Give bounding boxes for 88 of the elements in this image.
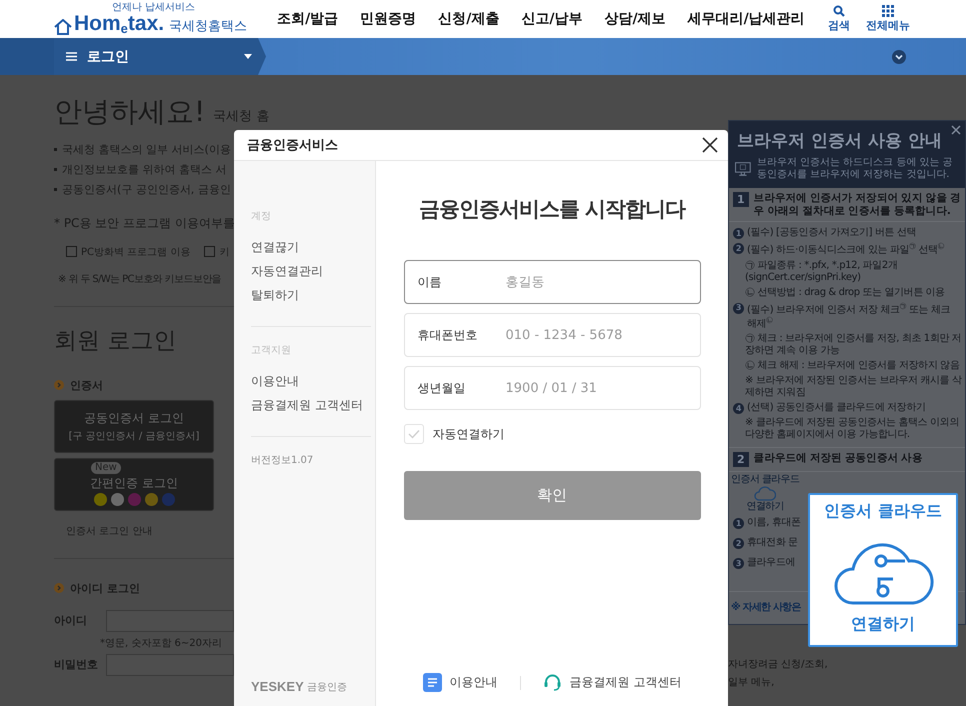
document-icon — [422, 673, 442, 692]
sidebar-link[interactable]: 금융결제원 고객센터 — [251, 397, 371, 414]
dialog-title: 금융인증서비스 — [247, 137, 338, 154]
checkbox[interactable] — [204, 246, 216, 258]
app-icon — [128, 493, 140, 506]
close-icon[interactable] — [951, 125, 961, 135]
text-input[interactable]: 1900 / 01 / 31 — [504, 380, 688, 396]
sidebar-link[interactable]: 이용안내 — [251, 373, 371, 390]
cloud-connect-popup[interactable]: 인증서 클라우드 연결하기 — [808, 493, 958, 647]
close-icon — [702, 137, 718, 153]
logo-tagline: 언제나 납세서비스 — [112, 3, 196, 13]
version-text: 버전정보1.07 — [251, 454, 314, 467]
app-icon — [94, 493, 106, 506]
all-menu-button[interactable]: 전체메뉴 — [866, 5, 910, 33]
step-number: 1 — [733, 192, 749, 207]
search-button[interactable]: 검색 — [828, 5, 850, 33]
step-note: ㉠ 체크 : 브라우저에 인증서를 저장, 최초 1회만 저장하면 계속 이용 가능 — [744, 333, 962, 358]
step-number: 2 — [733, 452, 749, 468]
step-title: 브라우저에 인증서가 저장되어 있지 않을 경우 아래의 절차대로 인증서를 등록합니다. — [754, 192, 961, 218]
app-icon — [110, 493, 124, 506]
step-item-text: (선택) 공동인증서를 클라우드에 저장하기 — [747, 402, 926, 414]
step-note: ㉠ 파일종류 : *.pfx, *.p12, 파일2개 (signCert.cer/signPri.key) — [744, 260, 898, 284]
sidebar-link[interactable]: 연결끊기 — [251, 239, 371, 256]
logo-name: 국세청홈택스 — [169, 20, 248, 33]
field-label: 생년월일 — [418, 380, 466, 396]
sidebar-link[interactable]: 자동연결관리 — [251, 263, 371, 280]
bullet-icon — [54, 583, 64, 594]
menu-item[interactable]: 민원증명 — [360, 10, 416, 28]
step-note: ※ 클라우드에 저장된 공동인증서는 홈택스 이외의 다양한 홈페이지에서 이용 가능합니다. — [744, 417, 960, 442]
logo-wordmark: Hom$_{e}$tax. — [74, 13, 164, 35]
step-item-text: 휴대전화 문 — [747, 537, 798, 550]
number-badge: 3 — [733, 558, 744, 570]
checkbox[interactable] — [66, 246, 77, 258]
step-note: ㉡ 선택방법 : drag & drop 또는 열기버튼 이용 — [744, 286, 946, 299]
sidebar-heading: 계정 — [251, 210, 272, 223]
number-badge: 1 — [733, 228, 744, 240]
step-item-text: (필수) [공동인증서 가져오기] 버튼 선택 — [747, 227, 916, 240]
menu-item[interactable]: 상담/제보 — [604, 10, 666, 28]
step-item-text: 이름, 휴대폰 — [747, 517, 801, 530]
number-badge: 2 — [733, 243, 744, 254]
sidebar-link[interactable]: 탈퇴하기 — [251, 287, 371, 304]
text-input[interactable] — [106, 610, 234, 632]
guide-intro: 브라우저 인증서는 하드디스크 등에 있는 공동인증서를 브라우저에 저장하는 것입니다. — [756, 157, 954, 181]
footer-link[interactable]: 이용안내 — [422, 673, 498, 692]
step-title: 클라우드에 저장된 공동인증서 사용 — [754, 452, 922, 465]
number-badge: 4 — [733, 403, 744, 414]
footer-link[interactable]: 금융결제원 고객센터 — [542, 673, 682, 692]
text-field[interactable]: 생년월일 1900 / 01 / 31 — [404, 366, 700, 410]
menu-item[interactable]: 조회/발급 — [277, 10, 338, 28]
app-icon — [144, 493, 158, 506]
step-note: ※ 브라우저에 저장된 인증서는 브라우저 캐시를 삭제하면 지워짐 — [744, 375, 962, 400]
app-icon — [162, 493, 174, 506]
step-note: ㉡ 체크 해제 : 브라우저에 인증서를 저장하지 않음 — [744, 360, 960, 372]
grid-menu-icon — [882, 5, 894, 17]
menu-item[interactable]: 신청/제출 — [438, 10, 500, 28]
headset-icon — [542, 673, 562, 692]
text-input[interactable] — [106, 654, 234, 676]
guide-title: 브라우저 인증서 사용 안내 — [737, 130, 943, 152]
text-field[interactable]: 휴대폰번호 010 - 1234 - 5678 — [404, 313, 700, 357]
bullet-icon — [54, 380, 64, 390]
field-label: 휴대폰번호 — [418, 326, 478, 344]
menu-item[interactable]: 세무대리/납세관리 — [688, 10, 805, 28]
brand-logo: YESKEY — [251, 679, 304, 694]
check-icon — [408, 429, 420, 439]
number-badge: 2 — [733, 538, 744, 550]
text-input[interactable]: 홍길동 — [504, 274, 688, 290]
cloud-icon — [754, 485, 776, 502]
text-field[interactable]: 이름 홍길동 — [404, 260, 700, 304]
text-input[interactable]: 010 - 1234 - 5678 — [504, 326, 688, 344]
number-badge: 1 — [733, 518, 744, 530]
field-label: 이름 — [418, 274, 442, 290]
login-menu-dropdown[interactable]: 로그인 — [54, 38, 266, 75]
house-icon — [54, 19, 72, 35]
search-icon — [833, 5, 845, 17]
dialog-heading: 금융인증서비스를 시작합니다 — [418, 196, 686, 223]
step-item-text: (필수) 하드·이동식디스크에 있는 파일$^{㉠}$ 선택$^{㉡}$ — [747, 242, 944, 257]
menu-item[interactable]: 신고/납부 — [521, 10, 582, 28]
caret-icon — [244, 54, 252, 59]
sidebar-heading: 고객지원 — [251, 344, 292, 357]
checkbox-label: 자동연결하기 — [432, 426, 504, 442]
step-item-text: (필수) 브라우저에 인증서 저장 체크$^{㉠}$ 또는 체크 해제$^{㉡}$ — [747, 302, 952, 330]
close-button[interactable] — [702, 137, 718, 153]
hamburger-icon — [66, 52, 77, 61]
confirm-button: 확인 — [404, 471, 700, 520]
step-item-text: 클라우드에 — [747, 557, 796, 570]
number-badge: 3 — [733, 302, 744, 314]
expand-icon[interactable] — [892, 50, 906, 64]
brand-caption: 금융인증 — [306, 681, 347, 694]
